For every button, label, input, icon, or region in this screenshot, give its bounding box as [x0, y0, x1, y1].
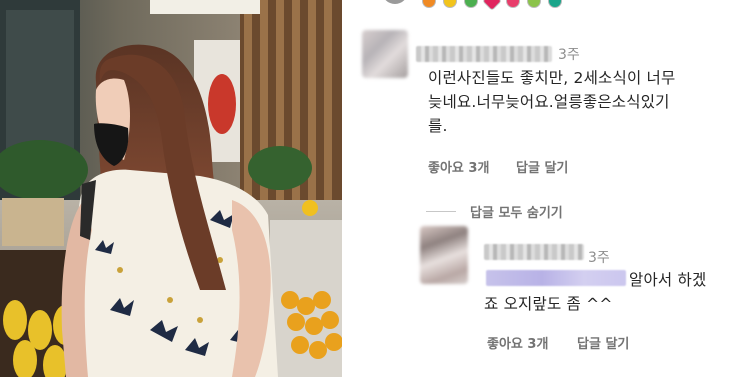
emoji-icon[interactable] — [443, 0, 457, 8]
reply-avatar[interactable] — [420, 226, 468, 284]
reply-text-line: 죠 오지랖도 좀 ^^ — [484, 295, 613, 313]
divider-line — [426, 211, 456, 212]
commenter-avatar[interactable] — [362, 30, 408, 78]
comment-text: 이런사진들도 좋치만, 2세소식이 너무 늦네요.너무늦어요.얼릉좋은소식있기 … — [428, 66, 728, 138]
reply-text-line: 알아서 하겠 — [629, 271, 707, 289]
commenter-username-redacted[interactable] — [416, 46, 552, 62]
comment-text-line: 를. — [428, 117, 448, 135]
emoji-icon[interactable] — [548, 0, 562, 8]
comment-text-line: 이런사진들도 좋치만, 2세소식이 너무 — [428, 69, 676, 87]
reply-button[interactable]: 답글 달기 — [516, 157, 568, 176]
heart-icon[interactable] — [482, 0, 502, 11]
reply-username-redacted[interactable] — [484, 244, 584, 260]
reply-timestamp: 3주 — [588, 250, 610, 266]
emoji-icon[interactable] — [527, 0, 541, 8]
comment-timestamp: 3주 — [558, 47, 580, 63]
emoji-reactions — [422, 0, 562, 11]
previous-avatar[interactable] — [382, 0, 408, 4]
reply-likes-count-link[interactable]: 좋아요 3개 — [487, 333, 548, 352]
hide-replies-label: 답글 모두 숨기기 — [470, 206, 563, 221]
post-photo — [0, 0, 342, 377]
comment-text-line: 늦네요.너무늦어요.얼릉좋은소식있기 — [428, 93, 670, 111]
comments-panel: 3주 이런사진들도 좋치만, 2세소식이 너무 늦네요.너무늦어요.얼릉좋은소식… — [342, 0, 729, 377]
post-photo-illustration — [0, 0, 342, 377]
emoji-icon[interactable] — [422, 0, 436, 8]
likes-count-link[interactable]: 좋아요 3개 — [428, 157, 489, 176]
mention-redacted[interactable] — [486, 270, 626, 286]
emoji-icon[interactable] — [464, 0, 478, 8]
emoji-icon[interactable] — [506, 0, 520, 8]
hide-replies-toggle[interactable]: 답글 모두 숨기기 — [426, 202, 563, 221]
reply-reply-button[interactable]: 답글 달기 — [577, 333, 629, 352]
